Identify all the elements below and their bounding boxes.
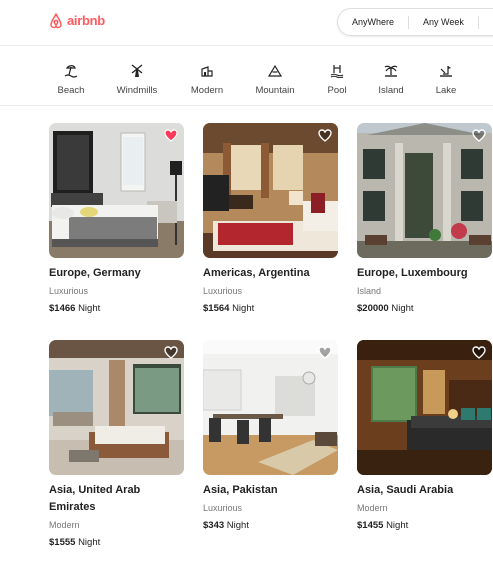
category-more[interactable]: S [486, 64, 493, 96]
airbnb-logo[interactable]: airbnb [48, 12, 105, 29]
category-label: Mountain [255, 85, 295, 96]
listing-card[interactable]: Asia, United Arab Emirates Modern $1555 … [49, 340, 184, 548]
listing-price-row: $1564 Night [203, 303, 338, 314]
listing-title: Asia, Pakistan [203, 484, 278, 496]
category-windmills[interactable]: Windmills [102, 64, 172, 96]
listing-category: Luxurious [203, 286, 243, 296]
listing-title: Asia, Saudi Arabia [357, 484, 454, 496]
listing-card[interactable]: Europe, Germany Luxurious $1466 Night [49, 123, 184, 314]
category-mountain[interactable]: Mountain [240, 64, 310, 96]
bedroom-photo [203, 123, 338, 258]
listing-title: Europe, Germany [49, 267, 141, 279]
listing-price-row: $1466 Night [49, 303, 184, 314]
category-modern[interactable]: Modern [172, 64, 242, 96]
category-label: S [486, 85, 493, 96]
listing-card[interactable]: Americas, Argentina Luxurious $1564 Nigh… [203, 123, 338, 314]
heart-icon[interactable] [472, 346, 486, 359]
search-where-button[interactable]: AnyWhere [338, 15, 410, 29]
listing-photo[interactable] [49, 340, 184, 475]
price-unit: Night [391, 303, 414, 314]
listing-photo[interactable] [357, 123, 492, 258]
search-week-button[interactable]: Any Week [409, 15, 479, 29]
listing-price: $1466 [49, 303, 76, 314]
brand-name: airbnb [67, 13, 105, 28]
listing-price: $343 [203, 520, 225, 531]
listing-category: Island [357, 286, 382, 296]
listing-category: Modern [49, 520, 80, 530]
bedroom-photo [357, 340, 492, 475]
category-label: Windmills [116, 85, 158, 96]
category-bar: Beach Windmills Modern Mountain Pool Isl… [0, 46, 493, 106]
lake-icon [440, 66, 452, 77]
heart-icon[interactable] [164, 346, 178, 359]
bedroom-photo [49, 123, 184, 258]
heart-icon[interactable] [318, 346, 332, 359]
listing-price-row: $20000 Night [357, 303, 492, 314]
category-lake[interactable]: Lake [411, 64, 481, 96]
price-unit: Night [78, 537, 101, 548]
header: airbnb AnyWhere Any Week [0, 0, 493, 46]
listing-card[interactable]: Asia, Pakistan Luxurious $343 Night [203, 340, 338, 531]
listing-photo[interactable] [203, 123, 338, 258]
listing-category: Luxurious [49, 286, 89, 296]
price-unit: Night [226, 520, 249, 531]
listing-category: Luxurious [203, 503, 243, 513]
listing-price: $1455 [357, 520, 384, 531]
listing-photo[interactable] [357, 340, 492, 475]
dining-room-photo [203, 340, 338, 475]
modern-house-icon [201, 66, 213, 77]
listing-price-row: $1455 Night [357, 520, 492, 531]
category-beach[interactable]: Beach [36, 64, 106, 96]
heart-icon[interactable] [164, 129, 178, 142]
category-label: Beach [57, 85, 85, 96]
listing-category: Modern [357, 503, 388, 513]
house-photo [357, 123, 492, 258]
category-label: Modern [190, 85, 224, 96]
island-icon [384, 65, 398, 77]
listing-price: $20000 [357, 303, 389, 314]
price-unit: Night [78, 303, 101, 314]
listing-photo[interactable] [49, 123, 184, 258]
windmill-icon [131, 64, 143, 77]
bedroom-photo [49, 340, 184, 475]
heart-icon[interactable] [472, 129, 486, 142]
listing-card[interactable]: Europe, Luxembourg Island $20000 Night [357, 123, 492, 314]
listing-price-row: $343 Night [203, 520, 338, 531]
airbnb-logo-icon [50, 13, 62, 29]
category-label: Lake [435, 85, 457, 96]
listing-price-row: $1555 Night [49, 537, 184, 548]
listing-photo[interactable] [203, 340, 338, 475]
price-unit: Night [232, 303, 255, 314]
listing-price: $1555 [49, 537, 76, 548]
listing-title: Americas, Argentina [203, 267, 310, 279]
listing-card[interactable]: Asia, Saudi Arabia Modern $1455 Night [357, 340, 492, 531]
heart-icon[interactable] [318, 129, 332, 142]
pool-icon [330, 65, 344, 78]
mountain-icon [268, 64, 282, 77]
search-bar[interactable]: AnyWhere Any Week [337, 8, 493, 36]
listing-title: Europe, Luxembourg [357, 267, 468, 279]
price-unit: Night [386, 520, 409, 531]
listing-price: $1564 [203, 303, 230, 314]
beach-icon [64, 65, 78, 78]
listing-title: Asia, United Arab Emirates [49, 484, 141, 513]
